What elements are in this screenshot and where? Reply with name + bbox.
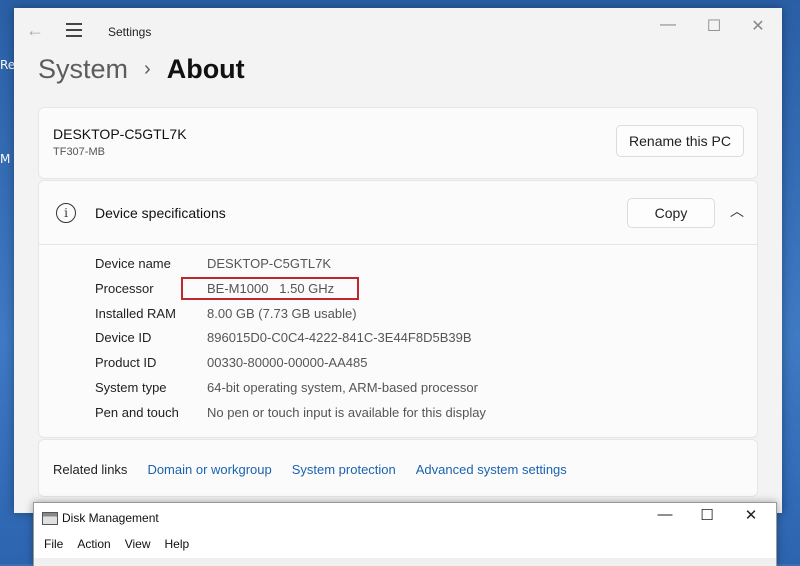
link-advanced-system-settings[interactable]: Advanced system settings [416, 462, 567, 477]
info-icon: i [56, 203, 76, 223]
title-bar: ← Settings — ☐ ✕ [14, 8, 782, 56]
disk-management-toolbar [34, 558, 776, 566]
spec-row-installed-ram: Installed RAM 8.00 GB (7.73 GB usable) [95, 306, 486, 331]
close-icon[interactable]: ✕ [738, 506, 764, 524]
disk-management-window: Disk Management — ☐ ✕ File Action View Help [33, 502, 777, 566]
rename-pc-button[interactable]: Rename this PC [616, 125, 744, 157]
page-title: About [166, 54, 245, 84]
device-card: DESKTOP-C5GTL7K TF307-MB Rename this PC [38, 107, 758, 179]
spec-label: Pen and touch [95, 404, 179, 420]
spec-value: 896015D0-C0C4-4222-841C-3E44F8D5B39B [207, 330, 472, 346]
device-specifications-card: i Device specifications Copy ︿ Device na… [38, 180, 758, 438]
close-icon[interactable]: ✕ [744, 16, 772, 36]
hamburger-menu-icon[interactable] [66, 23, 82, 41]
spec-label: Installed RAM [95, 305, 176, 321]
menu-view[interactable]: View [125, 537, 151, 551]
spec-value: 64-bit operating system, ARM-based proce… [207, 379, 478, 395]
disk-management-title: Disk Management [62, 511, 159, 525]
disk-management-menu-bar: File Action View Help [44, 537, 203, 551]
menu-action[interactable]: Action [77, 537, 110, 551]
specs-title: Device specifications [95, 205, 226, 221]
app-title: Settings [108, 25, 152, 39]
breadcrumb: System › About [38, 54, 245, 85]
chevron-up-icon[interactable]: ︿ [727, 201, 747, 221]
spec-row-pen-touch: Pen and touch No pen or touch input is av… [95, 405, 486, 430]
spec-row-system-type: System type 64-bit operating system, ARM-… [95, 380, 486, 405]
back-arrow-icon[interactable]: ← [26, 20, 44, 41]
minimize-icon[interactable]: — [654, 16, 682, 34]
link-domain-workgroup[interactable]: Domain or workgroup [147, 462, 271, 477]
minimize-icon[interactable]: — [652, 506, 678, 523]
maximize-icon[interactable]: ☐ [700, 16, 728, 36]
disk-management-icon [42, 512, 58, 525]
desktop-icon-label: Re [0, 58, 16, 72]
settings-window: ← Settings — ☐ ✕ System › About DESKTOP-C5… [14, 8, 782, 513]
desktop-icon-label: M [0, 152, 11, 166]
spec-value: 00330-80000-00000-AA485 [207, 355, 368, 371]
spec-label: Product ID [95, 355, 157, 371]
breadcrumb-separator-icon: › [144, 58, 151, 80]
breadcrumb-parent[interactable]: System [38, 54, 128, 84]
device-name: DESKTOP-C5GTL7K [53, 126, 187, 142]
processor-highlight-box [181, 277, 359, 300]
related-links-label: Related links [53, 462, 128, 477]
spec-value: 8.00 GB (7.73 GB usable) [207, 305, 357, 321]
spec-value: No pen or touch input is available for t… [207, 404, 486, 420]
related-links-card: Related links Domain or workgroup System p… [38, 439, 758, 497]
menu-file[interactable]: File [44, 537, 63, 551]
link-system-protection[interactable]: System protection [292, 462, 396, 477]
menu-help[interactable]: Help [165, 537, 190, 551]
spec-label: Device name [95, 256, 171, 271]
spec-row-device-id: Device ID 896015D0-C0C4-4222-841C-3E44F8D… [95, 330, 486, 355]
device-model: TF307-MB [53, 146, 105, 158]
specs-header[interactable]: i Device specifications Copy ︿ [39, 181, 757, 245]
copy-button[interactable]: Copy [627, 198, 715, 228]
maximize-icon[interactable]: ☐ [694, 506, 720, 524]
spec-label: System type [95, 379, 167, 395]
spec-value: DESKTOP-C5GTL7K [207, 256, 332, 271]
related-links-row: Related links Domain or workgroup System p… [53, 462, 587, 477]
spec-row-product-id: Product ID 00330-80000-00000-AA485 [95, 355, 486, 380]
spec-label: Device ID [95, 330, 152, 346]
